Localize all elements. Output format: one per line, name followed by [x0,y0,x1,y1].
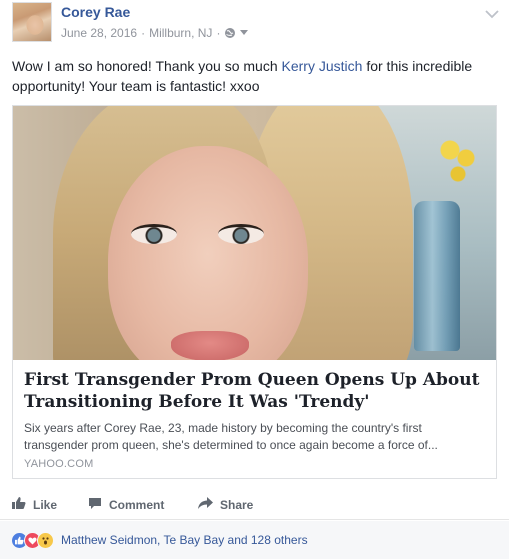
thumbs-up-icon [12,496,26,513]
meta-separator: · [141,26,146,40]
privacy-dropdown-icon[interactable] [240,30,249,36]
mention-link[interactable]: Kerry Justich [282,58,363,74]
post-action-bar: Like Comment Share [0,490,509,520]
post-date[interactable]: June 28, 2016 [61,26,137,40]
share-button[interactable]: Share [198,490,253,520]
like-button[interactable]: Like [12,490,57,520]
link-preview-title[interactable]: First Transgender Prom Queen Opens Up Ab… [24,369,484,413]
facebook-post: Corey Rae June 28, 2016 · Millburn, NJ ·… [0,0,509,559]
share-arrow-icon [198,497,213,512]
like-label: Like [33,497,58,512]
reaction-summary[interactable]: Matthew Seidmon, Te Bay Bay and 128 othe… [61,533,308,547]
link-preview-description: Six years after Corey Rae, 23, made hist… [24,421,438,452]
post-meta: June 28, 2016 · Millburn, NJ · [61,26,249,40]
author-name[interactable]: Corey Rae [61,4,130,20]
reaction-icons[interactable] [11,532,54,549]
post-location[interactable]: Millburn, NJ [149,26,212,40]
post-status-text: Wow I am so honored! Thank you so much K… [12,56,497,96]
share-label: Share [220,497,254,512]
reactions-bar: Matthew Seidmon, Te Bay Bay and 128 othe… [0,521,509,559]
comment-button[interactable]: Comment [88,490,164,520]
privacy-globe-icon[interactable] [224,27,236,39]
wow-reaction-icon [37,532,54,549]
status-text-start: Wow I am so honored! Thank you so much [12,58,282,74]
link-preview-domain: YAHOO.COM [24,458,94,470]
post-options-chevron-icon[interactable] [485,6,499,24]
link-preview-image[interactable] [13,106,496,360]
meta-separator-2: · [216,26,221,40]
comment-label: Comment [109,497,165,512]
comment-bubble-icon [88,497,102,513]
author-avatar[interactable] [12,2,52,42]
link-preview-card[interactable]: First Transgender Prom Queen Opens Up Ab… [12,105,497,479]
